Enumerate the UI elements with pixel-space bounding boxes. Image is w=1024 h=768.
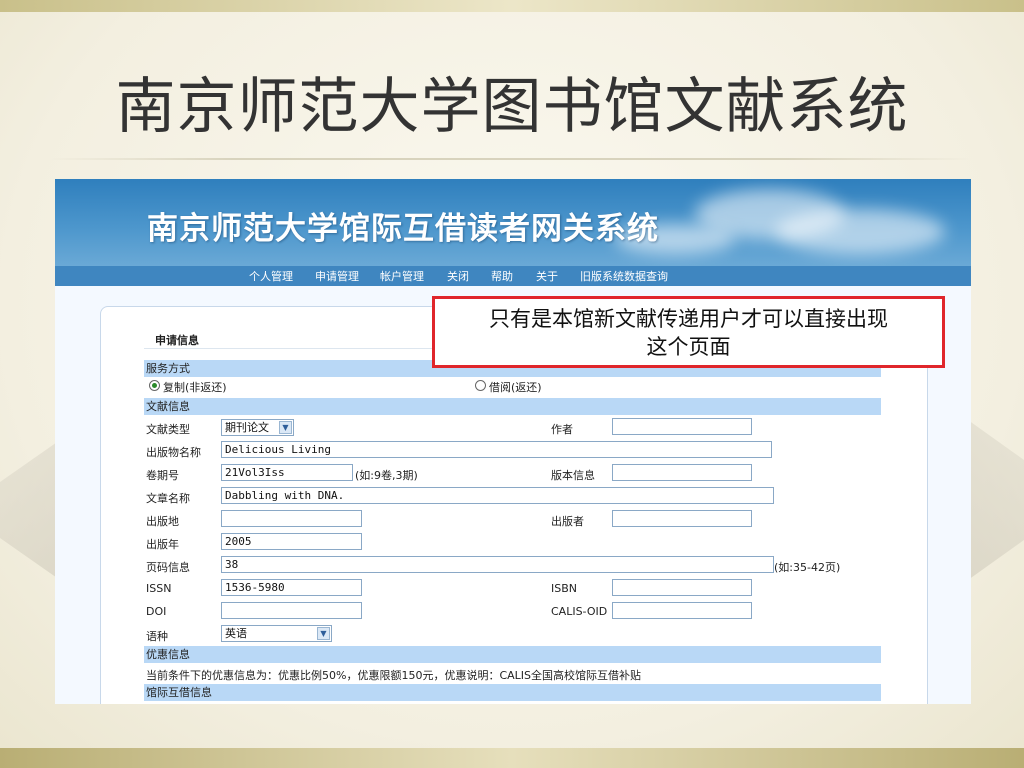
input-publisher[interactable] xyxy=(612,510,752,527)
input-doi[interactable] xyxy=(221,602,362,619)
slide-title: 南京师范大学图书馆文献系统 xyxy=(115,72,909,142)
top-nav: 个人管理 申请管理 帐户管理 关闭 帮助 关于 旧版系统数据查询 xyxy=(55,266,971,286)
label-article: 文章名称 xyxy=(146,492,190,505)
input-edition[interactable] xyxy=(612,464,752,481)
input-publication[interactable]: Delicious Living xyxy=(221,441,772,458)
slide-bottom-band xyxy=(0,748,1024,768)
hint-pages: (如:35-42页) xyxy=(774,561,841,574)
nav-legacy-query[interactable]: 旧版系统数据查询 xyxy=(580,268,668,284)
label-place: 出版地 xyxy=(146,515,179,528)
label-edition: 版本信息 xyxy=(551,469,595,482)
hint-volume: (如:9卷,3期) xyxy=(355,469,418,482)
label-language: 语种 xyxy=(146,630,168,643)
label-year: 出版年 xyxy=(146,538,179,551)
label-doi: DOI xyxy=(146,605,167,618)
chevron-down-icon: ▼ xyxy=(317,627,330,640)
callout-line-2: 这个页面 xyxy=(646,335,731,359)
input-volume[interactable]: 21Vol3Iss xyxy=(221,464,353,481)
select-doc-type-value: 期刊论文 xyxy=(225,421,269,434)
label-doc-type: 文献类型 xyxy=(146,423,190,436)
discount-section-header: 优惠信息 xyxy=(144,646,881,663)
label-publisher: 出版者 xyxy=(551,515,584,528)
chevron-down-icon: ▼ xyxy=(279,421,292,434)
label-isbn: ISBN xyxy=(551,582,578,595)
nav-about[interactable]: 关于 xyxy=(536,268,558,284)
discount-text: 当前条件下的优惠信息为：优惠比例50%，优惠限额150元，优惠说明：CALIS全… xyxy=(146,669,642,682)
nav-requests[interactable]: 申请管理 xyxy=(315,268,359,284)
document-section-header: 文献信息 xyxy=(144,398,881,415)
site-banner: 南京师范大学馆际互借读者网关系统 xyxy=(55,179,971,266)
slide-top-band xyxy=(0,0,1024,12)
radio-copy[interactable] xyxy=(149,380,160,391)
nav-close[interactable]: 关闭 xyxy=(447,268,469,284)
label-volume: 卷期号 xyxy=(146,469,179,482)
input-year[interactable]: 2005 xyxy=(221,533,362,550)
input-article[interactable]: Dabbling with DNA. xyxy=(221,487,774,504)
label-author: 作者 xyxy=(551,423,573,436)
nav-account[interactable]: 帐户管理 xyxy=(380,268,424,284)
label-publication: 出版物名称 xyxy=(146,446,201,459)
nav-help[interactable]: 帮助 xyxy=(491,268,513,284)
nav-personal[interactable]: 个人管理 xyxy=(249,268,293,284)
banner-title: 南京师范大学馆际互借读者网关系统 xyxy=(147,211,659,247)
input-calis-oid[interactable] xyxy=(612,602,752,619)
select-language[interactable]: 英语 ▼ xyxy=(221,625,332,642)
radio-loan[interactable] xyxy=(475,380,486,391)
annotation-callout: 只有是本馆新文献传递用户才可以直接出现 这个页面 xyxy=(432,296,945,368)
system-screenshot: 南京师范大学馆际互借读者网关系统 个人管理 申请管理 帐户管理 关闭 帮助 关于… xyxy=(55,179,971,704)
input-author[interactable] xyxy=(612,418,752,435)
request-heading: 申请信息 xyxy=(155,334,199,347)
select-language-value: 英语 xyxy=(225,627,247,640)
radio-loan-label: 借阅(返还) xyxy=(489,381,542,394)
callout-line-1: 只有是本馆新文献传递用户才可以直接出现 xyxy=(489,307,888,331)
label-pages: 页码信息 xyxy=(146,561,190,574)
label-issn: ISSN xyxy=(146,582,172,595)
input-issn[interactable]: 1536-5980 xyxy=(221,579,362,596)
title-divider xyxy=(48,158,972,160)
ill-section-header: 馆际互借信息 xyxy=(144,684,881,701)
select-doc-type[interactable]: 期刊论文 ▼ xyxy=(221,419,294,436)
radio-copy-label: 复制(非返还) xyxy=(163,381,227,394)
input-pages[interactable]: 38 xyxy=(221,556,774,573)
input-place[interactable] xyxy=(221,510,362,527)
input-isbn[interactable] xyxy=(612,579,752,596)
label-calis-oid: CALIS-OID xyxy=(551,605,608,618)
